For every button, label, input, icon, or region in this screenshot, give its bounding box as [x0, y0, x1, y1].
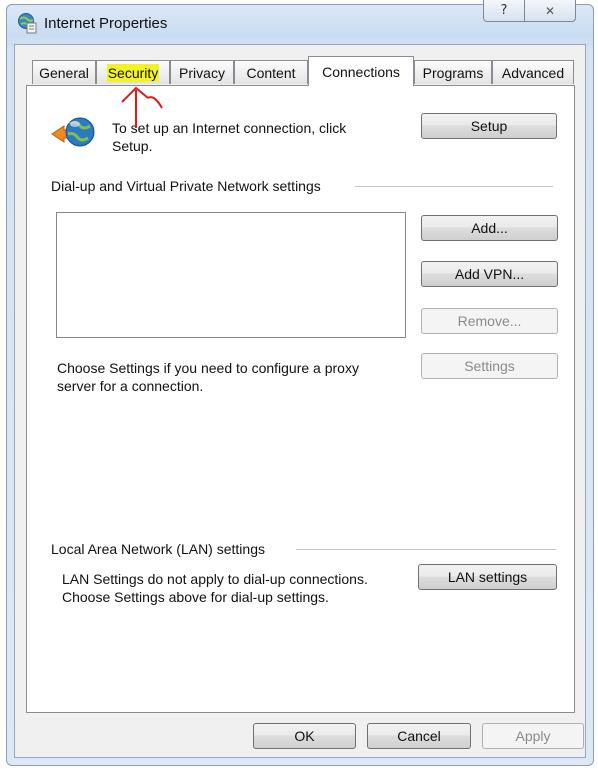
- tab-label: General: [39, 64, 89, 81]
- tab-label: Programs: [422, 64, 484, 81]
- tab-label: Connections: [322, 63, 400, 80]
- ok-button[interactable]: OK: [253, 723, 356, 749]
- tab-connections[interactable]: Connections: [308, 56, 414, 86]
- dialup-group-label: Dial-up and Virtual Private Network sett…: [51, 178, 321, 194]
- add-vpn-button[interactable]: Add VPN...: [421, 261, 558, 287]
- close-button[interactable]: ✕: [524, 0, 576, 22]
- apply-button[interactable]: Apply: [482, 723, 584, 749]
- connections-list[interactable]: [56, 212, 406, 338]
- add-button[interactable]: Add...: [421, 215, 558, 241]
- tab-privacy[interactable]: Privacy: [170, 60, 234, 84]
- annotation-arrow-icon: [121, 86, 163, 128]
- lan-note-line1: LAN Settings do not apply to dial-up con…: [62, 571, 368, 587]
- globe-network-icon: [51, 117, 95, 147]
- settings-button[interactable]: Settings: [421, 353, 558, 379]
- internet-options-icon: [18, 13, 37, 34]
- tab-general[interactable]: General: [32, 60, 96, 84]
- window-title: Internet Properties: [44, 15, 168, 32]
- tab-programs[interactable]: Programs: [414, 60, 492, 84]
- remove-button[interactable]: Remove...: [421, 308, 558, 334]
- setup-description-line2: Setup.: [112, 138, 153, 154]
- help-icon: ?: [500, 3, 508, 18]
- tab-label: Security: [106, 63, 160, 82]
- tab-security[interactable]: Security: [96, 60, 170, 84]
- tab-label: Content: [246, 64, 296, 81]
- lan-group-label: Local Area Network (LAN) settings: [51, 541, 265, 557]
- lan-settings-button[interactable]: LAN settings: [418, 564, 557, 590]
- proxy-note-line1: Choose Settings if you need to configure…: [57, 360, 359, 376]
- tab-label: Advanced: [501, 64, 565, 81]
- close-icon: ✕: [544, 3, 556, 18]
- cancel-button[interactable]: Cancel: [367, 723, 471, 749]
- setup-button[interactable]: Setup: [421, 113, 557, 139]
- lan-note-line2: Choose Settings above for dial-up settin…: [62, 589, 329, 605]
- group-divider: [355, 186, 553, 187]
- tab-content[interactable]: Content: [234, 60, 308, 84]
- help-button[interactable]: ?: [483, 0, 525, 22]
- tab-label: Privacy: [179, 64, 225, 81]
- tab-advanced[interactable]: Advanced: [492, 60, 574, 84]
- proxy-note-line2: server for a connection.: [57, 378, 204, 394]
- group-divider: [296, 549, 556, 550]
